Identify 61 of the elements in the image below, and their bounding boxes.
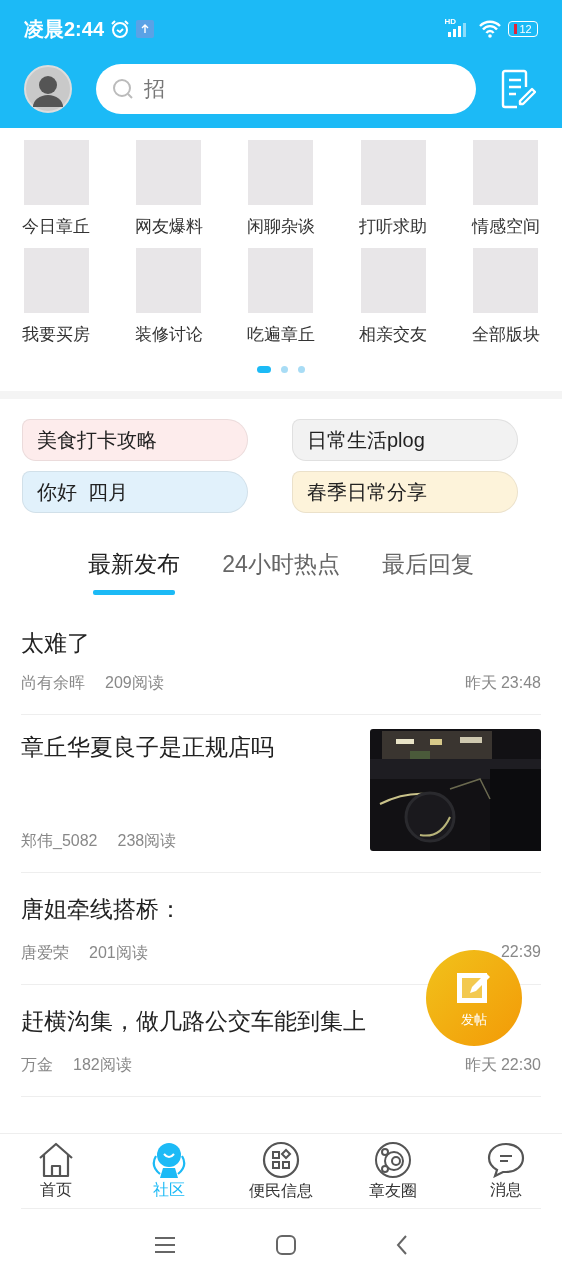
category-label[interactable]: 情感空间 (471, 215, 540, 238)
nav-tab[interactable]: 首页 (0, 1141, 113, 1201)
feed-tab[interactable]: 24小时热点 (222, 549, 340, 603)
category-image[interactable] (473, 140, 539, 205)
topic-tag[interactable]: 美食打卡攻略 (22, 419, 248, 461)
category-label[interactable]: 我要买房 (22, 323, 91, 346)
category-image[interactable] (136, 140, 202, 205)
category-image[interactable] (23, 248, 89, 313)
clock-time: 凌晨2:44 (24, 16, 105, 42)
alarm-icon (110, 19, 131, 39)
grid-icon (262, 1140, 300, 1179)
search-field[interactable]: 招 (96, 64, 476, 114)
post-author: 郑伟_5082 (21, 831, 98, 851)
nav-tab[interactable]: 便民信息 (224, 1140, 338, 1202)
category-label[interactable]: 今日章丘 (22, 215, 91, 238)
read-count: 182阅读 (73, 1055, 132, 1075)
avatar-icon[interactable] (24, 65, 72, 113)
wifi-icon (478, 20, 502, 38)
category-label[interactable]: 全部版块 (471, 323, 540, 346)
category-image[interactable] (360, 140, 426, 205)
search-icon (112, 78, 134, 100)
post-time: 昨天 22:30 (464, 1055, 541, 1075)
post-author: 唐爱荣 (21, 943, 69, 963)
nav-tab[interactable]: 消息 (449, 1141, 562, 1201)
battery-level: 12 (508, 21, 538, 37)
category-label[interactable]: 闲聊杂谈 (247, 215, 315, 238)
post-time: 昨天 23:48 (464, 673, 541, 693)
orbit-icon (374, 1140, 413, 1179)
read-count: 201阅读 (89, 943, 148, 963)
category-label[interactable]: 装修讨论 (134, 323, 203, 346)
category-label[interactable]: 吃遍章丘 (247, 323, 315, 346)
category-image[interactable] (473, 248, 539, 313)
post-title[interactable]: 唐姐牵线搭桥： (21, 873, 182, 925)
read-count: 209阅读 (105, 673, 164, 693)
network-label: HD (444, 16, 456, 26)
category-label[interactable]: 网友爆料 (134, 215, 203, 238)
post-author: 尚有余晖 (21, 673, 85, 693)
home-button-icon[interactable] (276, 1234, 296, 1255)
topic-tag[interactable]: 春季日常分享 (292, 471, 518, 513)
nav-tab[interactable]: 章友圈 (337, 1140, 450, 1202)
post-title[interactable]: 太难了 (21, 615, 90, 659)
back-icon[interactable] (396, 1234, 408, 1255)
category-image[interactable] (248, 248, 314, 313)
read-count: 238阅读 (117, 831, 177, 851)
category-label[interactable]: 打听求助 (359, 215, 428, 238)
category-label[interactable]: 相亲交友 (359, 323, 428, 346)
upload-icon (136, 20, 155, 38)
category-image[interactable] (248, 140, 314, 205)
category-image[interactable] (23, 140, 89, 205)
edit-note-icon[interactable] (500, 69, 536, 109)
topic-tag[interactable]: 日常生活plog (292, 419, 518, 461)
feed-tab[interactable]: 最新发布 (88, 549, 181, 603)
topic-tag[interactable]: 你好 四月 (22, 471, 248, 513)
category-image[interactable] (360, 248, 426, 313)
post-author: 万金 (21, 1055, 53, 1075)
category-image[interactable] (136, 248, 202, 313)
chat-icon (486, 1141, 525, 1178)
post-title[interactable]: 赶横沟集，做几路公交车能到集上 (21, 985, 366, 1037)
menu-icon[interactable] (154, 1235, 176, 1254)
feed-tab[interactable]: 最后回复 (381, 549, 474, 603)
post-title[interactable]: 章丘华夏良子是正规店吗 (21, 715, 274, 763)
